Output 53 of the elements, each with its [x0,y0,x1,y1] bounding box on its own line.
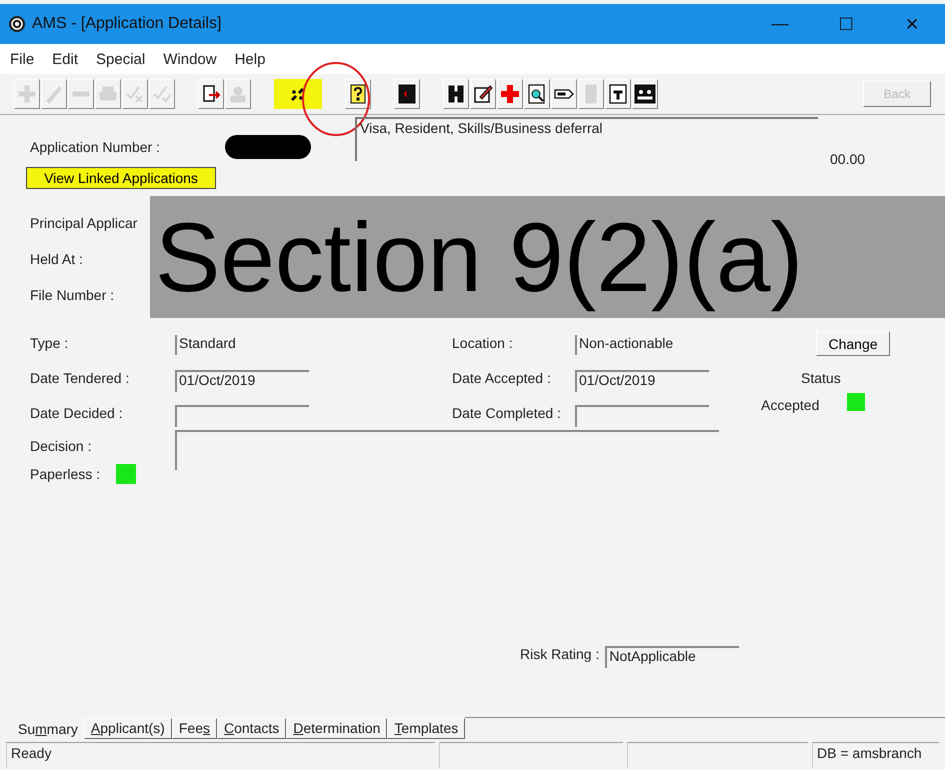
risk-rating-field: NotApplicable [605,646,740,668]
menu-item[interactable]: Window [163,50,217,68]
status-text: Accepted [761,397,820,413]
field-label: Risk Rating : [520,646,600,662]
field-label: Type : [30,335,70,351]
spiral-icon [8,15,26,33]
location-field: Non-actionable [575,335,709,355]
field-label: Date Accepted : [452,370,552,386]
field-label: Paperless : [30,466,100,482]
tag-icon[interactable] [551,79,577,109]
tab[interactable]: Fees [172,718,217,739]
search-icon[interactable] [524,79,550,109]
amount-text: 00.00 [830,151,866,167]
status-label: Status [801,370,841,386]
field-label: Date Completed : [452,405,562,421]
field-label: Principal Applicar [30,215,138,233]
status-text: DB = amsbranch [812,742,939,768]
window-control[interactable]: — [747,14,813,34]
menu-item[interactable]: File [10,50,34,68]
docarrow-icon[interactable] [198,79,224,109]
cross-icon[interactable] [497,79,523,109]
field-label: Application Number : [30,139,161,155]
textdoc-icon[interactable] [605,79,631,109]
window-title: AMS - [Application Details] [32,15,222,33]
tab[interactable]: Contacts [216,718,286,739]
field-label: File Number : [30,287,116,305]
people-icon[interactable] [632,79,658,109]
link-icon[interactable] [274,79,322,109]
menu-item[interactable]: Help [234,50,266,68]
field-label: Date Decided : [30,405,124,421]
date-field: 01/Oct/2019 [575,370,709,392]
type-field: Standard [175,335,309,355]
field-label: Date Tendered : [30,370,130,386]
book-icon[interactable] [394,79,420,109]
question-icon[interactable] [345,79,371,109]
editdoc-icon[interactable] [470,79,496,109]
field-label: Decision : [30,438,92,454]
view-linked-button[interactable]: View Linked Applications [26,167,216,189]
status-text: Ready [6,742,435,768]
tab[interactable]: Templates [387,718,466,739]
window-control[interactable]: ☐ [813,14,879,34]
field-label: Location : [452,335,514,351]
date-field: 01/Oct/2019 [175,370,309,392]
change-button[interactable]: Change [816,331,890,356]
redaction-overlay: Section 9(2)(a) [150,196,945,318]
menu-item[interactable]: Edit [52,50,78,68]
window-control[interactable]: ✕ [879,14,945,34]
h-icon[interactable] [443,79,469,109]
tab[interactable]: Applicant(s) [84,718,172,739]
tab[interactable]: Determination [286,718,388,739]
description-field: Visa, Resident, Skills/Business deferral [355,117,818,161]
field-label: Held At : [30,251,84,269]
menu-item[interactable]: Special [96,50,146,68]
